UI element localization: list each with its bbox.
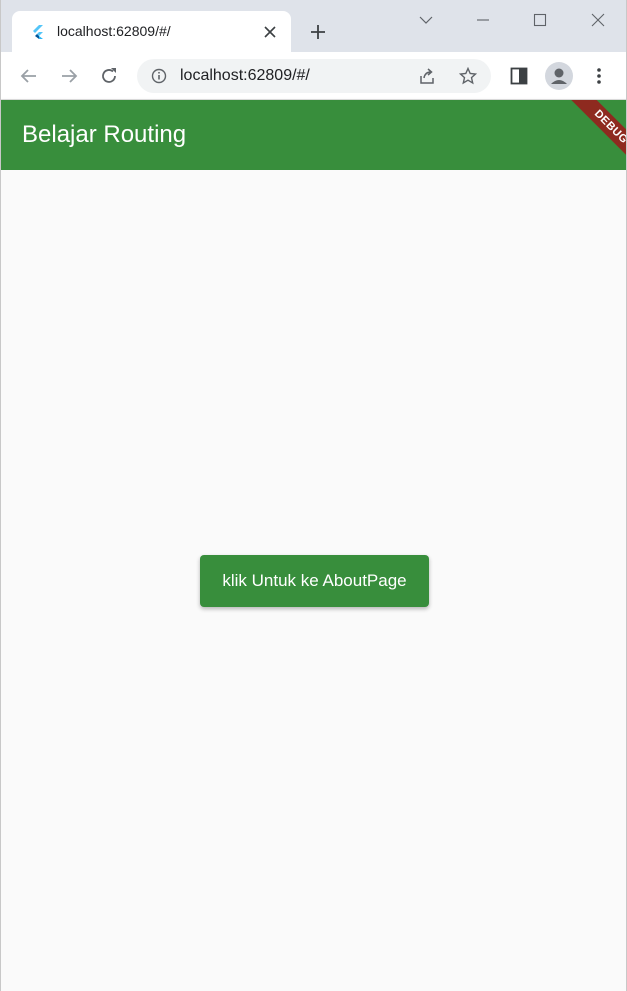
kebab-menu-icon[interactable]: [587, 64, 611, 88]
tab-strip: localhost:62809/#/: [1, 0, 626, 52]
url-text[interactable]: localhost:62809/#/: [180, 67, 310, 85]
close-tab-icon[interactable]: [261, 23, 279, 41]
browser-toolbar: localhost:62809/#/: [1, 52, 626, 100]
flutter-icon: [30, 24, 46, 40]
browser-window: localhost:62809/#/ localhost:62809/#/ Be…: [0, 0, 627, 991]
maximize-icon[interactable]: [528, 8, 552, 32]
browser-tab[interactable]: localhost:62809/#/: [12, 11, 291, 52]
arrow-right-icon[interactable]: [57, 64, 81, 88]
side-panel-icon[interactable]: [507, 64, 531, 88]
address-bar[interactable]: localhost:62809/#/: [137, 59, 491, 93]
profile-icon[interactable]: [545, 62, 573, 90]
tab-search-icon[interactable]: [414, 8, 438, 32]
close-window-icon[interactable]: [586, 8, 610, 32]
about-page-button[interactable]: klik Untuk ke AboutPage: [200, 555, 429, 607]
page-body: klik Untuk ke AboutPage: [1, 170, 626, 991]
tab-title: localhost:62809/#/: [57, 23, 171, 39]
page-title: Belajar Routing: [22, 121, 187, 148]
minimize-icon[interactable]: [471, 8, 495, 32]
info-icon[interactable]: [151, 68, 167, 89]
plus-icon[interactable]: [306, 20, 330, 44]
debug-banner: DEBUG: [569, 100, 626, 169]
reload-icon[interactable]: [97, 64, 121, 88]
star-icon[interactable]: [458, 66, 478, 90]
app-bar: Belajar Routing DEBUG: [1, 100, 626, 170]
share-icon[interactable]: [418, 67, 436, 90]
arrow-left-icon[interactable]: [17, 64, 41, 88]
